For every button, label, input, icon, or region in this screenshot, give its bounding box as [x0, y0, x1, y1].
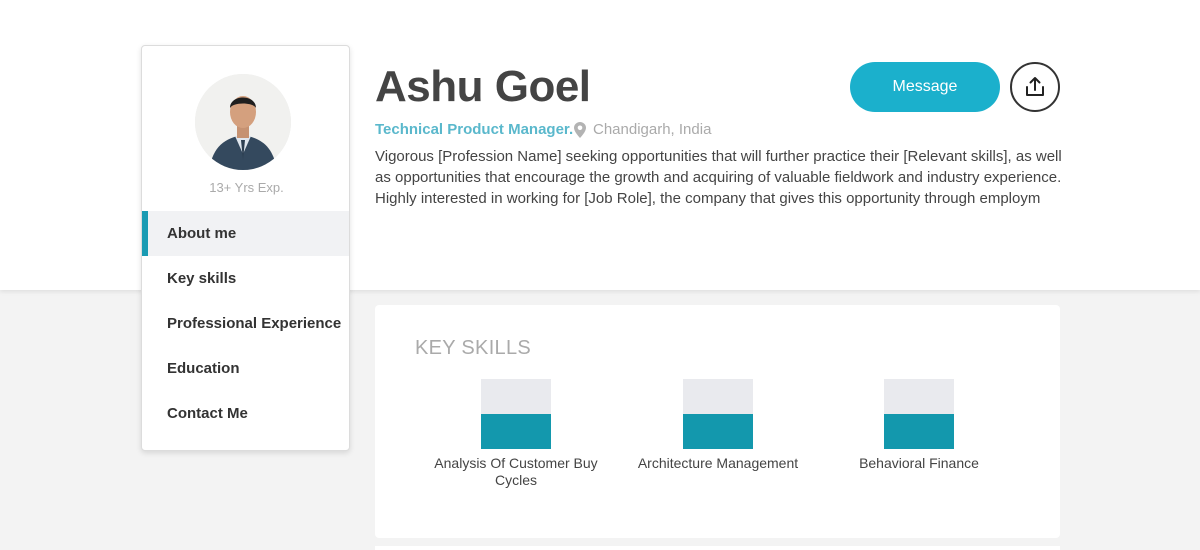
message-button[interactable]: Message [850, 62, 1000, 112]
profile-name: Ashu Goel [375, 62, 591, 111]
skill-item: Behavioral Finance [829, 379, 1009, 472]
sidebar-item-professional-experience[interactable]: Professional Experience [142, 301, 349, 346]
next-section-card-edge [375, 546, 1060, 550]
skill-level-bar [884, 379, 954, 449]
sidebar-item-key-skills[interactable]: Key skills [142, 256, 349, 301]
skill-label: Architecture Management [637, 455, 799, 471]
share-button[interactable] [1010, 62, 1060, 112]
skill-level-fill [481, 414, 551, 449]
location-pin-icon [574, 121, 586, 138]
profile-location: Chandigarh, India [574, 121, 711, 138]
key-skills-title: KEY SKILLS [415, 337, 532, 359]
sidebar-item-about-me[interactable]: About me [142, 211, 349, 256]
skill-label: Analysis Of Customer Buy Cycles [434, 455, 598, 488]
skill-label: Behavioral Finance [859, 455, 979, 471]
skill-level-bar [683, 379, 753, 449]
skill-level-bar [481, 379, 551, 449]
profile-sidebar-card: 13+ Yrs Exp. About me Key skills Profess… [141, 45, 350, 451]
sidebar-item-contact-me[interactable]: Contact Me [142, 391, 349, 436]
profile-role: Technical Product Manager. [375, 121, 574, 138]
sidebar-item-education[interactable]: Education [142, 346, 349, 391]
skill-level-fill [683, 414, 753, 449]
profile-bio: Vigorous [Profession Name] seeking oppor… [375, 148, 1062, 207]
location-text: Chandigarh, India [593, 121, 712, 138]
experience-label: 13+ Yrs Exp. [209, 180, 284, 195]
sidebar-nav: About me Key skills Professional Experie… [142, 211, 349, 436]
avatar-photo [195, 74, 291, 170]
skill-level-fill [884, 414, 954, 449]
key-skills-card: KEY SKILLS Analysis Of Customer Buy Cycl… [375, 305, 1060, 538]
avatar [195, 74, 291, 170]
skill-item: Analysis Of Customer Buy Cycles [426, 379, 606, 489]
skill-item: Architecture Management [628, 379, 808, 472]
share-upload-icon [1026, 77, 1044, 96]
